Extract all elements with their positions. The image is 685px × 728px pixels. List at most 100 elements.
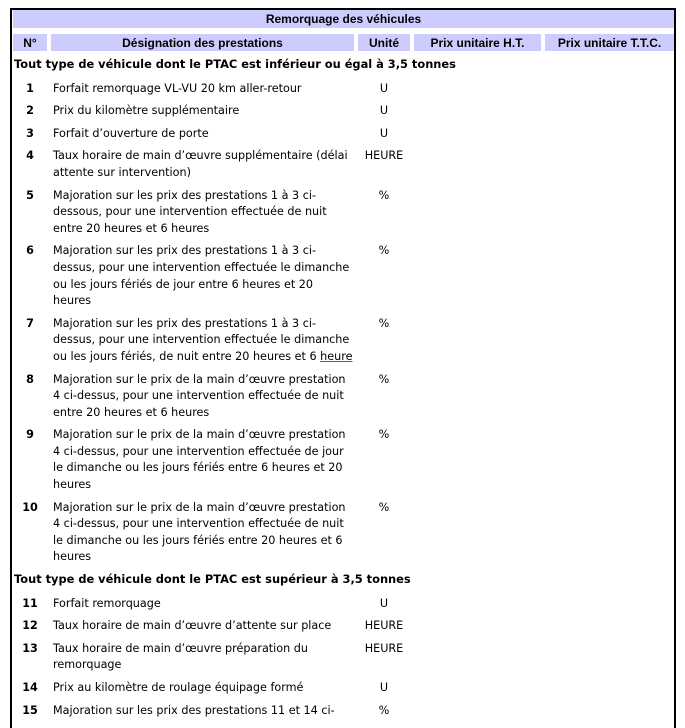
row-price-ttc[interactable] (545, 75, 674, 98)
row-price-ttc[interactable] (545, 674, 674, 697)
row-price-ttc[interactable] (545, 182, 674, 238)
section-heading: Tout type de véhicule dont le PTAC est s… (14, 572, 411, 587)
row-price-ht[interactable] (414, 97, 541, 120)
row-price-ttc[interactable] (545, 697, 674, 720)
row-price-ht[interactable] (414, 237, 541, 309)
row-price-ht[interactable] (414, 310, 541, 366)
row-price-ttc[interactable] (545, 120, 674, 143)
row-price-ttc[interactable] (545, 494, 674, 566)
row-designation: Forfait d’ouverture de porte (53, 126, 209, 140)
table-row: 12 Taux horaire de main d’œuvre d’attente… (13, 612, 674, 635)
section-heading-row: Tout type de véhicule dont le PTAC est s… (13, 566, 674, 590)
row-number: 3 (26, 126, 34, 140)
row-price-ttc[interactable] (545, 142, 674, 181)
row-number: 9 (26, 428, 34, 442)
row-price-ttc[interactable] (545, 310, 674, 366)
row-number: 11 (22, 596, 38, 610)
row-designation: Taux horaire de main d’œuvre supplémenta… (53, 149, 348, 179)
row-price-ht[interactable] (414, 182, 541, 238)
row-unit: % (378, 372, 390, 386)
row-designation: Majoration sur les prix des prestations … (51, 310, 354, 366)
row-price-ttc[interactable] (545, 635, 674, 674)
row-price-ht[interactable] (414, 612, 541, 635)
table-row: 15 Majoration sur les prix des prestation… (13, 697, 674, 720)
col-header-price-ht: Prix unitaire H.T. (414, 34, 541, 51)
table-row: 8 Majoration sur le prix de la main d’œuv… (13, 366, 674, 422)
spellcheck-underlined-word: heure (320, 349, 353, 363)
table-row: 4 Taux horaire de main d’œuvre supplément… (13, 142, 674, 181)
row-number: 2 (26, 104, 34, 118)
row-designation: Prix du kilomètre supplémentaire (53, 104, 240, 118)
table-row: 13 Taux horaire de main d’œuvre préparati… (13, 635, 674, 674)
row-designation: Majoration sur le prix de la main d’œuvr… (53, 428, 346, 492)
table-title-row: Remorquage des véhicules (13, 10, 675, 28)
table-row: 6 Majoration sur les prix des prestations… (13, 237, 674, 309)
row-unit: HEURE (364, 619, 404, 633)
row-number: 15 (22, 703, 38, 717)
table-body: Tout type de véhicule dont le PTAC est i… (13, 51, 674, 719)
row-price-ht[interactable] (414, 75, 541, 98)
row-price-ht[interactable] (414, 697, 541, 720)
row-designation: Forfait remorquage VL-VU 20 km aller-ret… (53, 81, 302, 95)
row-number: 8 (26, 372, 34, 386)
row-designation: Prix au kilomètre de roulage équipage fo… (53, 681, 304, 694)
row-number: 1 (26, 81, 34, 95)
row-unit: % (378, 188, 390, 202)
row-price-ht[interactable] (414, 494, 541, 566)
row-number: 6 (26, 244, 34, 258)
row-unit: U (379, 596, 389, 610)
row-designation: Majoration sur le prix de la main d’œuvr… (53, 500, 346, 564)
table-row: 5 Majoration sur les prix des prestations… (13, 182, 674, 238)
row-unit: U (379, 104, 389, 118)
designation-text: Majoration sur les prix des prestations … (53, 316, 350, 363)
row-number: 14 (22, 681, 38, 694)
table-row: 7 Majoration sur les prix des prestations… (13, 310, 674, 366)
table-row: 14 Prix au kilomètre de roulage équipage … (13, 674, 674, 697)
row-price-ttc[interactable] (545, 590, 674, 613)
col-header-unit: Unité (358, 34, 410, 51)
col-header-designation: Désignation des prestations (51, 34, 354, 51)
section-heading-row: Tout type de véhicule dont le PTAC est i… (13, 51, 674, 75)
row-number: 4 (26, 149, 34, 163)
row-price-ht[interactable] (414, 635, 541, 674)
table-title: Remorquage des véhicules (13, 10, 675, 28)
row-price-ttc[interactable] (545, 237, 674, 309)
row-price-ttc[interactable] (545, 421, 674, 493)
row-number: 7 (26, 316, 34, 330)
row-number: 5 (26, 188, 34, 202)
row-unit: HEURE (364, 149, 404, 163)
section-heading: Tout type de véhicule dont le PTAC est i… (14, 57, 456, 71)
row-number: 10 (22, 500, 38, 514)
row-unit: HEURE (364, 641, 404, 655)
table-row: 10 Majoration sur le prix de la main d’œu… (13, 494, 674, 566)
row-price-ht[interactable] (414, 142, 541, 181)
row-price-ttc[interactable] (545, 366, 674, 422)
row-price-ht[interactable] (414, 366, 541, 422)
row-designation: Majoration sur les prix des prestations … (53, 244, 350, 308)
row-price-ttc[interactable] (545, 612, 674, 635)
row-unit: % (378, 428, 390, 442)
row-price-ttc[interactable] (545, 97, 674, 120)
column-header-row: N° Désignation des prestations Unité Pri… (13, 34, 675, 51)
row-number: 13 (22, 641, 38, 655)
row-designation: Majoration sur les prix des prestations … (53, 703, 335, 717)
row-price-ht[interactable] (414, 421, 541, 493)
row-unit: % (378, 500, 390, 514)
pricing-table: Remorquage des véhicules N° Désignation … (9, 10, 678, 719)
row-unit: U (379, 681, 389, 694)
row-designation: Forfait remorquage (53, 596, 161, 610)
row-designation: Majoration sur les prix des prestations … (53, 188, 327, 235)
row-unit: % (378, 316, 390, 330)
table-row: 2 Prix du kilomètre supplémentaire U (13, 97, 674, 120)
row-unit: U (379, 126, 389, 140)
col-header-price-ttc: Prix unitaire T.T.C. (545, 34, 675, 51)
row-unit: % (378, 244, 390, 258)
row-price-ht[interactable] (414, 590, 541, 613)
row-unit: % (378, 703, 390, 717)
row-price-ht[interactable] (414, 120, 541, 143)
table-row: 9 Majoration sur le prix de la main d’œuv… (13, 421, 674, 493)
table-row: 3 Forfait d’ouverture de porte U (13, 120, 674, 143)
table-row: 1 Forfait remorquage VL-VU 20 km aller-re… (13, 75, 674, 98)
row-unit: U (379, 81, 389, 95)
row-price-ht[interactable] (414, 674, 541, 697)
